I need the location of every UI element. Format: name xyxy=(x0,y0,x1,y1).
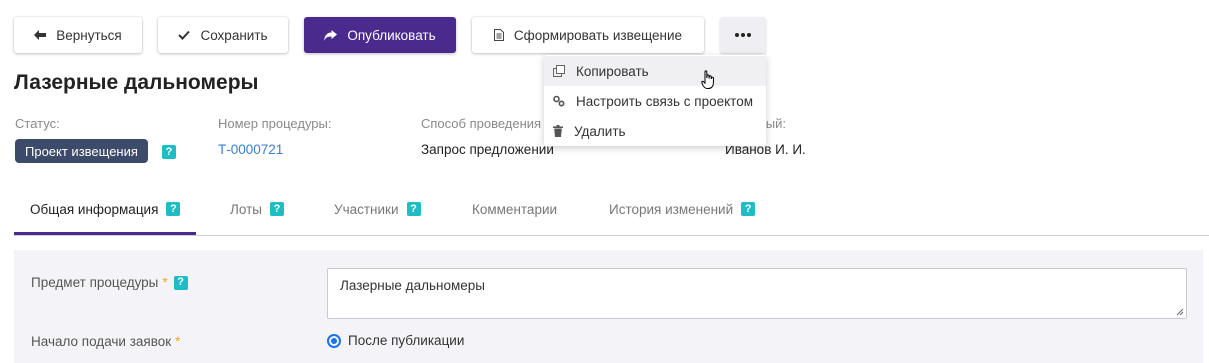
method-value: Запрос предложений xyxy=(421,142,554,157)
tab-label: Комментарии xyxy=(472,201,558,217)
status-badge: Проект извещения xyxy=(15,139,148,163)
save-button-label: Сохранить xyxy=(200,27,268,43)
save-button[interactable]: Сохранить xyxy=(158,17,288,53)
generate-notice-label: Сформировать извещение xyxy=(513,27,683,43)
subject-label-text: Предмет процедуры xyxy=(31,275,159,290)
tab-comments[interactable]: Комментарии xyxy=(472,183,557,235)
help-icon[interactable]: ? xyxy=(166,202,181,216)
general-info-form: Предмет процедуры * ? Лазерные дальномер… xyxy=(14,250,1203,363)
after-publication-radio[interactable]: После публикации xyxy=(327,333,464,348)
back-button-label: Вернуться xyxy=(56,27,122,43)
tab-general-info[interactable]: Общая информация ? xyxy=(30,183,181,235)
tab-label: История изменений xyxy=(609,201,734,217)
tab-lots[interactable]: Лоты ? xyxy=(230,183,284,235)
active-tab-indicator xyxy=(14,232,196,235)
status-label: Статус: xyxy=(15,116,60,131)
method-label: Способ проведения xyxy=(421,116,542,131)
check-icon xyxy=(178,30,191,40)
back-button[interactable]: Вернуться xyxy=(14,17,142,53)
ellipsis-icon xyxy=(735,33,751,37)
resize-grip-icon[interactable] xyxy=(1176,308,1184,316)
tab-history[interactable]: История изменений ? xyxy=(609,183,756,235)
copy-icon xyxy=(553,65,565,77)
publish-button-label: Опубликовать xyxy=(347,27,436,43)
hand-cursor-icon xyxy=(701,70,714,89)
generate-notice-button[interactable]: Сформировать извещение xyxy=(472,17,704,53)
menu-item-link-project[interactable]: Настроить связь с проектом xyxy=(544,86,766,116)
menu-item-copy[interactable]: Копировать xyxy=(544,56,766,86)
radio-selected-icon[interactable] xyxy=(327,333,341,348)
subject-textarea[interactable]: Лазерные дальномеры xyxy=(327,268,1187,319)
tab-participants[interactable]: Участники ? xyxy=(334,183,421,235)
menu-item-delete[interactable]: Удалить xyxy=(544,116,766,146)
procedure-number-label: Номер процедуры: xyxy=(218,116,332,131)
help-icon[interactable]: ? xyxy=(269,202,284,216)
subject-field-label: Предмет процедуры * ? xyxy=(31,275,188,290)
start-label-text: Начало подачи заявок xyxy=(31,334,172,349)
menu-item-label: Настроить связь с проектом xyxy=(576,93,753,109)
help-icon[interactable]: ? xyxy=(741,202,756,216)
tab-label: Общая информация xyxy=(30,201,159,217)
menu-item-label: Копировать xyxy=(576,63,649,79)
share-arrow-icon xyxy=(324,29,338,41)
more-actions-menu: Копировать Настроить связь с проектом Уд… xyxy=(544,55,766,146)
publish-button[interactable]: Опубликовать xyxy=(304,17,456,53)
help-icon[interactable]: ? xyxy=(406,202,421,216)
subject-help-icon[interactable]: ? xyxy=(173,275,188,290)
subject-value: Лазерные дальномеры xyxy=(340,278,485,293)
tab-label: Лоты xyxy=(230,201,262,217)
status-help-icon[interactable]: ? xyxy=(162,145,176,159)
after-publication-label: После публикации xyxy=(348,333,465,348)
tabs-bar: Общая информация ? Лоты ? Участники ? Ко… xyxy=(14,183,1209,236)
more-actions-button[interactable] xyxy=(720,17,766,53)
menu-item-label: Удалить xyxy=(574,123,626,139)
required-mark: * xyxy=(175,334,181,349)
link-gears-icon xyxy=(553,95,565,107)
page-title: Лазерные дальномеры xyxy=(14,71,259,94)
procedure-number-link[interactable]: Т-0000721 xyxy=(218,142,283,157)
trash-icon xyxy=(553,125,563,137)
tab-label: Участники xyxy=(334,201,399,217)
required-mark: * xyxy=(162,275,168,290)
arrow-left-icon xyxy=(34,30,47,40)
start-field-label: Начало подачи заявок * xyxy=(31,334,186,349)
document-icon xyxy=(493,29,504,41)
